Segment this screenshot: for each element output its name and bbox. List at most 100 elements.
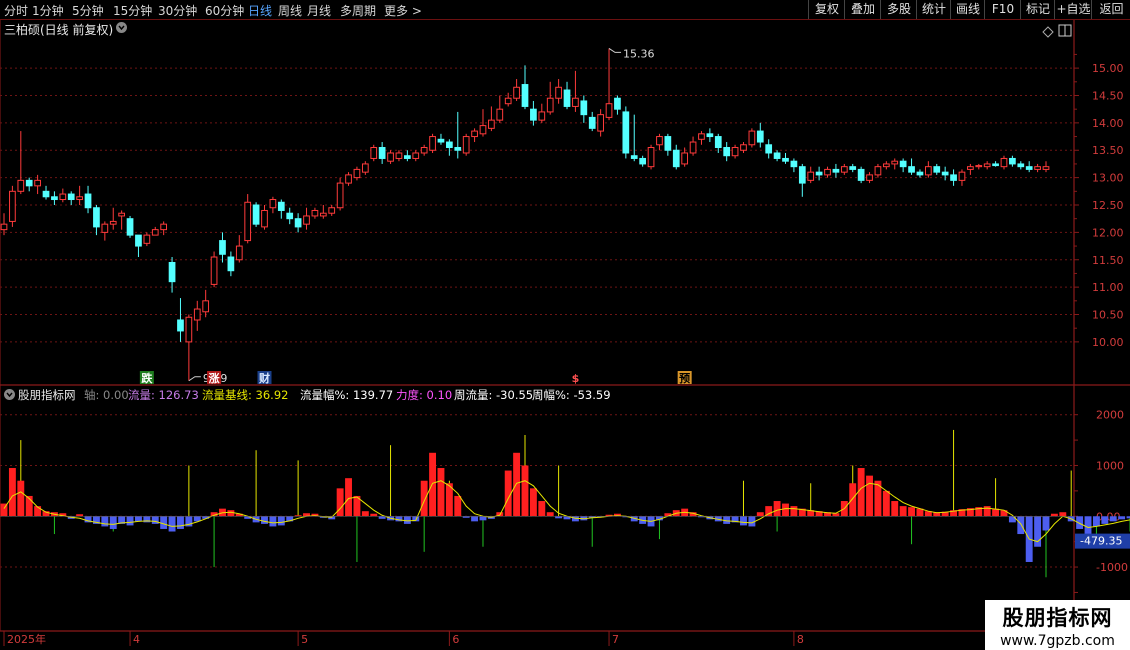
candle — [76, 185, 83, 205]
candle — [336, 177, 344, 211]
candle-body — [899, 160, 907, 168]
flow-bar — [370, 513, 378, 517]
candle-body — [815, 171, 823, 176]
candle — [17, 131, 25, 195]
candle-body — [202, 300, 210, 313]
flow-bar — [101, 516, 109, 527]
candle — [698, 131, 705, 145]
candle — [857, 166, 865, 184]
candle-body — [857, 168, 865, 181]
candle — [622, 106, 630, 159]
candle — [235, 235, 243, 263]
candle — [59, 188, 67, 203]
candle — [227, 251, 235, 277]
flow-bar — [782, 503, 789, 517]
candle-body — [17, 179, 25, 192]
candle — [731, 144, 739, 159]
flow-bar — [160, 516, 168, 529]
candle — [93, 205, 100, 236]
candle-body — [773, 152, 781, 159]
flow-bar — [336, 488, 344, 517]
candle — [0, 213, 8, 236]
price-tick-label: 14.50 — [1092, 89, 1124, 102]
candle-body — [580, 100, 588, 116]
candle — [252, 202, 260, 227]
candle-body — [807, 171, 815, 181]
candle — [277, 199, 285, 219]
candle-body — [706, 133, 714, 138]
candle-body — [1025, 166, 1033, 170]
flow-bar — [882, 490, 890, 517]
flow-bar — [17, 480, 25, 517]
flow-bar — [538, 501, 546, 517]
candle-body — [42, 190, 50, 198]
candle — [899, 158, 907, 173]
flow-bar — [1101, 516, 1109, 524]
high-pointer — [608, 47, 622, 53]
flow-bar — [555, 516, 563, 519]
candle — [1025, 161, 1033, 173]
candle-body — [261, 209, 268, 228]
candle-body — [1000, 157, 1008, 168]
candle-body — [462, 136, 470, 154]
candle-body — [614, 97, 621, 110]
candle — [101, 221, 109, 241]
candle — [345, 172, 352, 186]
candle-body — [832, 168, 840, 173]
event-badge-4: 预 — [679, 371, 690, 385]
price-tick-label: 14.00 — [1092, 117, 1124, 130]
candle-body — [639, 157, 647, 165]
flow-bar — [126, 516, 134, 526]
candle — [958, 169, 966, 186]
candle — [51, 191, 58, 205]
candle-body — [210, 256, 218, 285]
candle — [504, 92, 512, 107]
high-marker-label: 15.36 — [623, 47, 655, 60]
candle — [462, 133, 470, 156]
flow-bar — [151, 516, 159, 524]
flow-tick-label: 1000 — [1096, 459, 1124, 472]
candle — [748, 128, 756, 148]
candle-body — [622, 111, 630, 154]
candle — [151, 226, 159, 236]
candle — [126, 215, 134, 238]
price-tick-label: 11.00 — [1092, 281, 1124, 294]
candle-body — [252, 204, 260, 225]
candle — [521, 65, 529, 110]
flow-bar — [899, 506, 907, 517]
flow-bar — [1118, 516, 1126, 520]
flow-bar — [261, 516, 268, 524]
candle-body — [1034, 166, 1041, 170]
candle-body — [488, 119, 495, 129]
flow-bar — [471, 516, 479, 522]
candle-body — [9, 190, 16, 222]
candle — [1009, 155, 1016, 167]
candle — [756, 122, 764, 148]
candle — [454, 111, 462, 159]
candle-body — [924, 166, 932, 176]
flow-bar — [740, 516, 747, 526]
x-axis-label: 6 — [452, 633, 459, 646]
candle-body — [446, 141, 453, 149]
candle — [420, 144, 428, 156]
candle-body — [34, 179, 41, 187]
candle-body — [740, 144, 747, 151]
candle-body — [975, 165, 983, 168]
candle — [395, 150, 403, 162]
candle-body — [689, 141, 697, 154]
candle — [319, 205, 327, 219]
flow-bar — [908, 507, 915, 517]
candle — [815, 166, 823, 181]
candle-body — [277, 201, 285, 211]
flow-bar — [277, 516, 285, 526]
candle-body — [748, 130, 756, 146]
flow-bar — [891, 501, 899, 517]
candle-body — [530, 108, 537, 121]
candle-body — [496, 108, 504, 121]
candle — [874, 163, 882, 178]
candle-body — [336, 182, 344, 209]
candle — [143, 232, 151, 247]
watermark-title: 股朋指标网 — [1002, 606, 1113, 630]
candle — [950, 169, 957, 186]
candle-body — [521, 84, 529, 107]
